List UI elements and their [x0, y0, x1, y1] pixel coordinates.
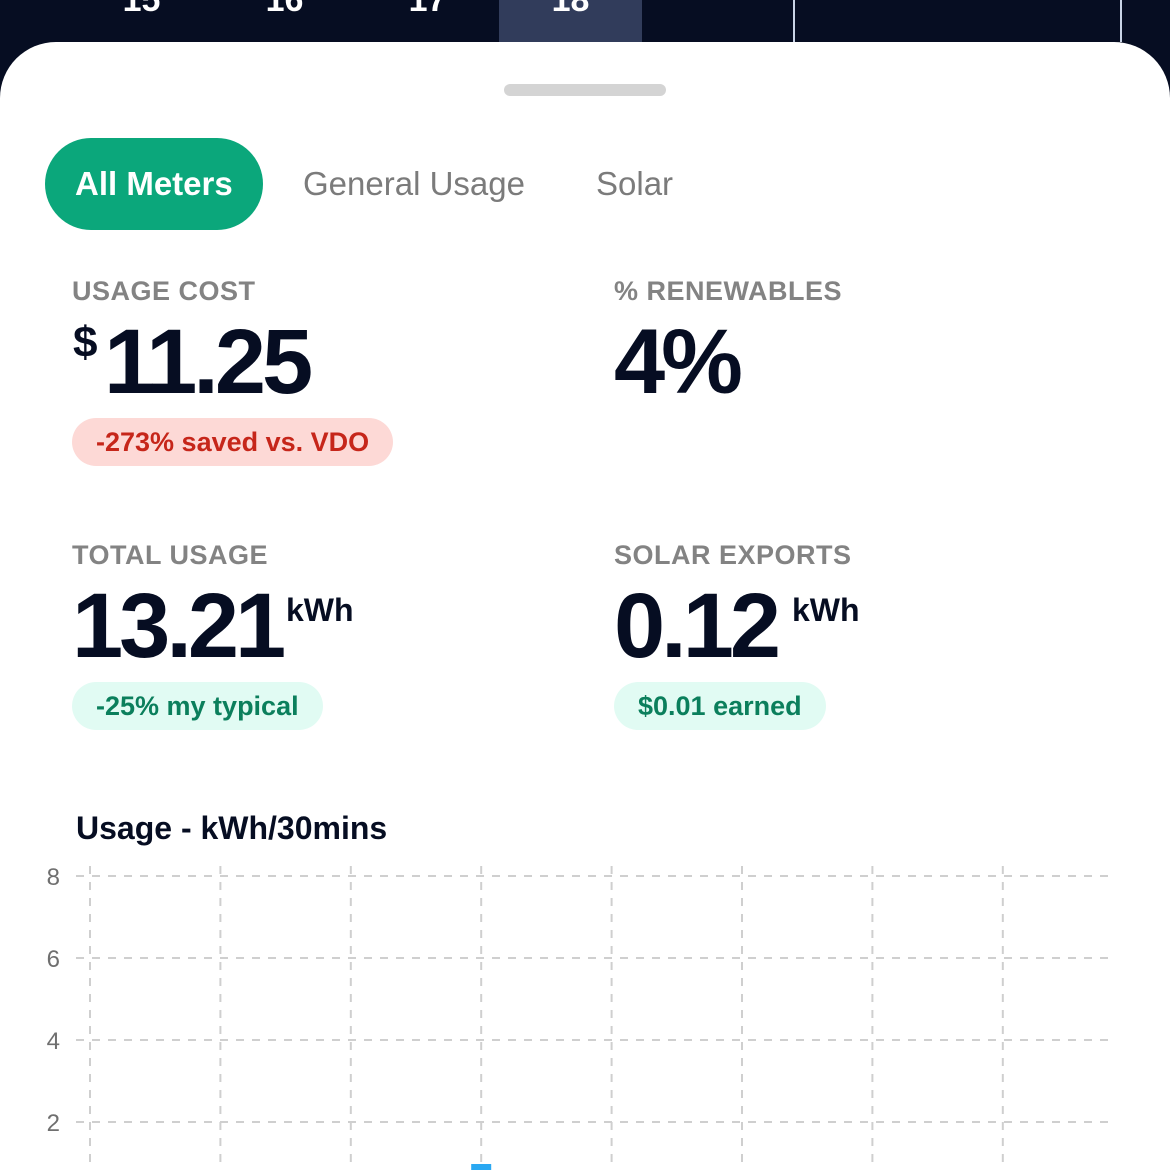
usage-chart[interactable]: 2 4 6 8 [0, 42, 1170, 1170]
app-viewport: 15 16 17 18 All Meters General Usage Sol… [0, 0, 1170, 1170]
chart-y-tick-label: 4 [47, 1028, 60, 1055]
chart-y-tick-label: 6 [47, 946, 60, 973]
date-cell-16[interactable]: 16 [213, 0, 356, 42]
chart-bar[interactable] [471, 1164, 492, 1170]
date-cell-17[interactable]: 17 [356, 0, 499, 42]
date-strip-divider [1120, 0, 1122, 42]
date-cell-15[interactable]: 15 [70, 0, 213, 42]
chart-y-tick-label: 8 [47, 864, 60, 891]
date-strip-divider [793, 0, 795, 42]
date-cell-18-selected[interactable]: 18 [499, 0, 642, 42]
chart-y-tick-label: 2 [47, 1110, 60, 1137]
bottom-sheet: All Meters General Usage Solar USAGE COS… [0, 42, 1170, 1170]
